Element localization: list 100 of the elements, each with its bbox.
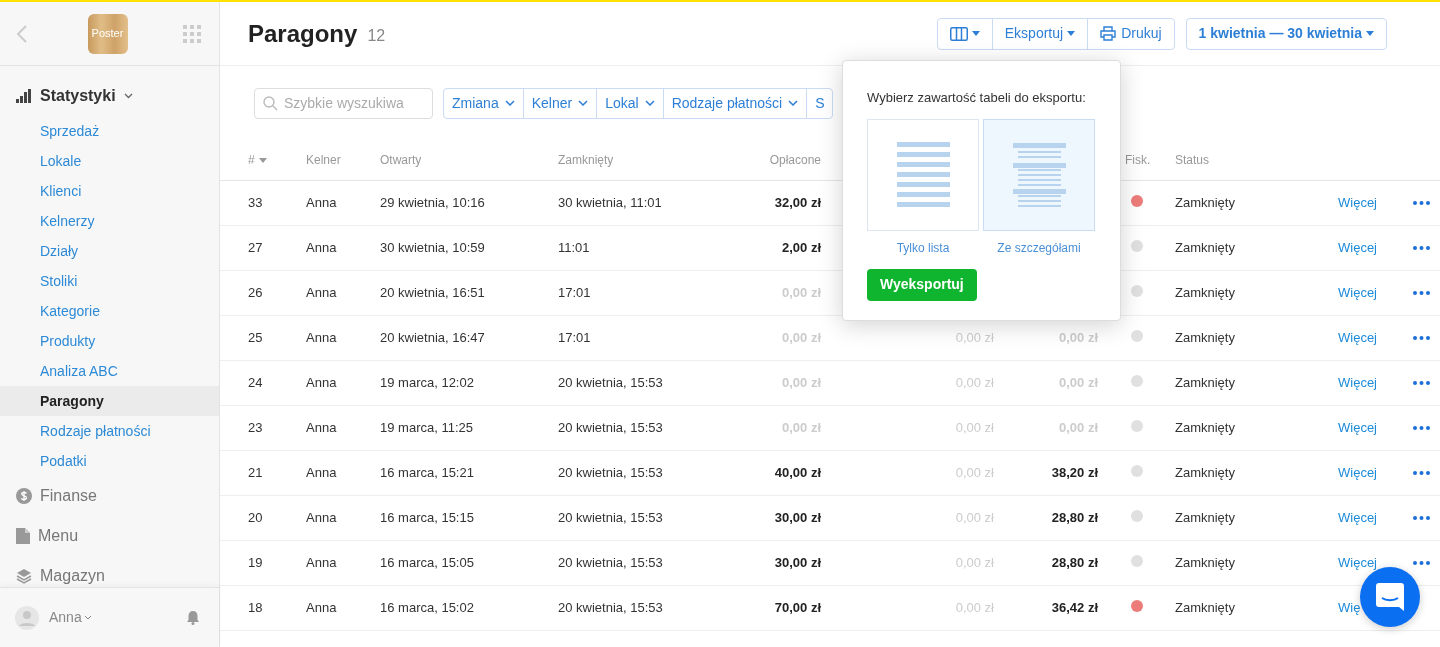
- chat-bubble-icon: [1376, 583, 1404, 611]
- table-cell-text: 20 kwietnia, 15:53: [558, 464, 664, 483]
- table-cell-text: Anna: [306, 599, 338, 618]
- more-link[interactable]: Więcej: [1338, 283, 1377, 303]
- more-link[interactable]: Więcej: [1338, 373, 1377, 393]
- column-header: Status: [1175, 152, 1211, 169]
- nav-item[interactable]: Podatki: [0, 446, 219, 476]
- nav-item[interactable]: Analiza ABC: [0, 356, 219, 386]
- table-cell-text: Zamknięty: [1175, 554, 1236, 573]
- table-cell-text: 20 kwietnia, 15:53: [558, 374, 664, 393]
- table-cell-text: 38,20 zł: [1051, 464, 1098, 483]
- nav-section[interactable]: Statystyki: [0, 76, 219, 116]
- more-options-icon[interactable]: [1413, 471, 1430, 475]
- nav-section[interactable]: Finanse: [0, 476, 219, 516]
- column-header: Opłacone: [769, 152, 821, 169]
- table-cell-text: 16 marca, 15:21: [380, 464, 475, 483]
- table-cell-text: 30 kwietnia, 10:59: [380, 239, 486, 258]
- more-link[interactable]: Więcej: [1338, 238, 1377, 258]
- table-cell-text: 32,00 zł: [774, 194, 821, 213]
- search-field[interactable]: Szybkie wyszukiwa: [254, 87, 433, 119]
- more-options-icon[interactable]: [1413, 201, 1430, 205]
- nav-section[interactable]: Menu: [0, 516, 219, 556]
- table-cell-text: 18: [248, 599, 264, 618]
- more-options-icon[interactable]: [1413, 426, 1430, 430]
- bell-icon[interactable]: [187, 610, 199, 625]
- user-menu[interactable]: Anna: [49, 607, 92, 628]
- chevron-down-icon: [83, 615, 92, 620]
- more-link[interactable]: Więcej: [1338, 508, 1377, 528]
- date-range-button[interactable]: 1 kwietnia — 30 kwietnia: [1185, 17, 1387, 50]
- app-logo: Poster: [87, 13, 128, 54]
- caret-icon: [258, 157, 267, 163]
- nav-item[interactable]: Działy: [0, 236, 219, 266]
- chevron-down-icon: [504, 100, 515, 106]
- filter-dropdown[interactable]: S: [806, 88, 833, 118]
- more-options-icon[interactable]: [1413, 291, 1430, 295]
- nav-item[interactable]: Produkty: [0, 326, 219, 356]
- table-cell-text: 27: [248, 239, 264, 258]
- more-link[interactable]: Więcej: [1338, 463, 1377, 483]
- export-confirm-button[interactable]: Wyeksportuj: [867, 268, 977, 301]
- table-cell-text: 30 kwietnia, 11:01: [558, 194, 663, 213]
- more-link[interactable]: Więcej: [1338, 418, 1377, 438]
- table-cell-text: Anna: [306, 374, 338, 393]
- detailed-list-icon: [1012, 142, 1066, 207]
- table-cell-text: 20 kwietnia, 15:53: [558, 419, 664, 438]
- more-link[interactable]: Wię: [1338, 598, 1361, 618]
- table-cell-text: 25: [248, 329, 264, 348]
- column-header: Kelner: [306, 152, 342, 169]
- more-options-icon[interactable]: [1413, 336, 1430, 340]
- option-label[interactable]: Ze szczegółami: [997, 238, 1081, 257]
- export-button[interactable]: Eksportuj: [992, 18, 1089, 49]
- table-cell-text: Zamknięty: [1175, 464, 1236, 483]
- column-header[interactable]: #: [248, 151, 306, 169]
- document-icon: [16, 528, 30, 544]
- filter-dropdown[interactable]: Rodzaje płatności: [662, 88, 807, 118]
- nav-item[interactable]: Klienci: [0, 176, 219, 206]
- more-link[interactable]: Więcej: [1338, 553, 1377, 573]
- table-cell-text: 17:01: [558, 329, 592, 348]
- table-cell-text: Anna: [306, 284, 338, 303]
- nav-item[interactable]: Stoliki: [0, 266, 219, 296]
- table-cell-text: 20 kwietnia, 15:53: [558, 599, 664, 618]
- more-options-icon[interactable]: [1413, 561, 1430, 565]
- nav-item[interactable]: Sprzedaż: [0, 116, 219, 146]
- more-link[interactable]: Więcej: [1338, 328, 1377, 348]
- filter-dropdown[interactable]: Zmiana: [444, 88, 523, 118]
- chevron-down-icon: [123, 93, 133, 99]
- dollar-coin-icon: [16, 488, 32, 504]
- table-cell-text: 16 marca, 15:05: [380, 554, 475, 573]
- nav-item[interactable]: Kelnerzy: [0, 206, 219, 236]
- more-options-icon[interactable]: [1413, 246, 1430, 250]
- nav-item[interactable]: Lokale: [0, 146, 219, 176]
- table-cell-text: 20: [248, 509, 264, 528]
- table-cell-text: Zamknięty: [1175, 599, 1236, 618]
- nav-item[interactable]: Paragony: [0, 386, 219, 416]
- page-title: Paragony: [248, 18, 358, 49]
- option-label[interactable]: Tylko lista: [896, 238, 950, 257]
- table-cell-text: 19 marca, 12:02: [380, 374, 475, 393]
- nav-section[interactable]: Magazyn: [0, 556, 219, 587]
- table-cell-text: Zamknięty: [1175, 194, 1236, 213]
- print-button[interactable]: Drukuj: [1088, 18, 1174, 49]
- table-cell-text: 11:01: [558, 239, 591, 258]
- caret-icon: [1366, 31, 1374, 36]
- table-cell-text: 20 kwietnia, 15:53: [558, 554, 664, 573]
- table-cell-text: 23: [248, 419, 264, 438]
- more-link[interactable]: Więcej: [1338, 193, 1377, 213]
- table-cell-text: 20 kwietnia, 16:47: [380, 329, 486, 348]
- table-cell-text: 28,80 zł: [1051, 509, 1098, 528]
- more-options-icon[interactable]: [1413, 381, 1430, 385]
- signal-bars-icon: [16, 89, 32, 103]
- filter-dropdown[interactable]: Kelner: [522, 88, 597, 118]
- table-cell-text: 36,42 zł: [1051, 599, 1098, 618]
- nav-item[interactable]: Kategorie: [0, 296, 219, 326]
- chevron-down-icon: [788, 100, 799, 106]
- printer-icon: [1100, 26, 1117, 41]
- more-options-icon[interactable]: [1413, 516, 1430, 520]
- column-header: Fisk.: [1124, 152, 1152, 169]
- table-cell-text: Zamknięty: [1175, 329, 1236, 348]
- caret-icon: [1067, 31, 1076, 36]
- column-header: Otwarty: [380, 152, 423, 169]
- nav-item[interactable]: Rodzaje płatności: [0, 416, 219, 446]
- filter-dropdown[interactable]: Lokal: [596, 88, 663, 118]
